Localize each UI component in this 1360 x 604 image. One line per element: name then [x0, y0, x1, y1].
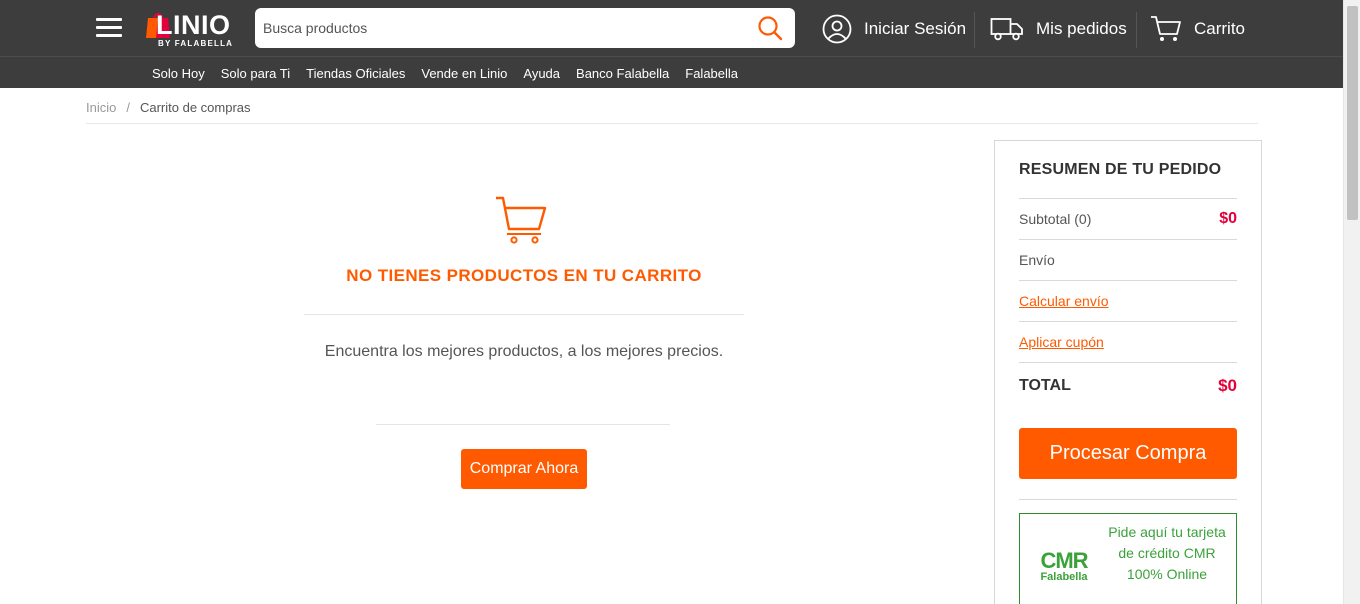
nav-item-tiendas-oficiales[interactable]: Tiendas Oficiales [306, 66, 405, 81]
buy-now-button[interactable]: Comprar Ahora [461, 449, 587, 489]
total-label: TOTAL [1019, 376, 1071, 394]
hamburger-menu-icon[interactable] [96, 18, 124, 40]
subtotal-value: $0 [1219, 210, 1237, 227]
summary-title: RESUMEN DE TU PEDIDO [1019, 161, 1222, 178]
search-icon[interactable] [757, 15, 783, 41]
empty-cart-title: NO TIENES PRODUCTOS EN TU CARRITO [346, 266, 702, 285]
page: LINIO BY FALABELLA Iniciar Sesión [0, 0, 1360, 604]
cmr-promo-text: Pide aquí tu tarjeta de crédito CMR 100%… [1108, 524, 1226, 582]
subtotal-label: Subtotal (0) [1019, 211, 1092, 227]
cmr-falabella-logo: CMR Falabella [1036, 550, 1092, 584]
divider [376, 424, 670, 425]
nav-item-solo-hoy[interactable]: Solo Hoy [152, 66, 205, 81]
cmr-logo-subtext: Falabella [1040, 571, 1088, 583]
cart-label: Carrito [1194, 19, 1246, 38]
truck-icon [990, 18, 1023, 41]
breadcrumb: Inicio / Carrito de compras [86, 100, 251, 115]
logo-text: LINIO [156, 10, 231, 40]
top-header: LINIO BY FALABELLA Iniciar Sesión [0, 0, 1343, 56]
header-divider [974, 12, 975, 48]
logo-subtext: BY FALABELLA [158, 39, 234, 48]
calc-shipping-link[interactable]: Calcular envío [1019, 293, 1109, 309]
user-icon [822, 14, 852, 44]
nav-item-banco-falabella[interactable]: Banco Falabella [576, 66, 669, 81]
empty-cart-icon [496, 196, 547, 244]
breadcrumb-separator: / [126, 100, 130, 115]
nav-item-solo-para-ti[interactable]: Solo para Ti [221, 66, 290, 81]
nav-item-falabella[interactable]: Falabella [685, 66, 738, 81]
order-summary: RESUMEN DE TU PEDIDO Subtotal (0) $0 Env… [994, 140, 1262, 604]
category-nav: Solo Hoy Solo para Ti Tiendas Oficiales … [0, 56, 1343, 88]
header-divider [1136, 12, 1137, 48]
page-scrollbar[interactable] [1343, 0, 1360, 604]
search-bar [255, 8, 795, 48]
login-link[interactable]: Iniciar Sesión [822, 10, 966, 48]
breadcrumb-home[interactable]: Inicio [86, 100, 116, 115]
apply-coupon-link[interactable]: Aplicar cupón [1019, 334, 1104, 350]
breadcrumb-current: Carrito de compras [139, 100, 251, 115]
subtotal-row: Subtotal (0) $0 [1019, 198, 1237, 239]
divider [1019, 499, 1237, 500]
cmr-card-promo[interactable]: CMR Falabella Pide aquí tu tarjeta de cr… [1019, 513, 1237, 604]
coupon-row: Aplicar cupón [1019, 321, 1237, 362]
shipping-label: Envío [1019, 252, 1055, 268]
shipping-row: Envío [1019, 239, 1237, 280]
total-value: $0 [1218, 375, 1237, 395]
orders-label: Mis pedidos [1036, 19, 1127, 38]
login-label: Iniciar Sesión [864, 19, 967, 38]
divider [304, 314, 744, 315]
total-row: TOTAL $0 [1019, 362, 1237, 408]
cmr-logo-text: CMR [1040, 548, 1088, 573]
nav-item-ayuda[interactable]: Ayuda [523, 66, 560, 81]
process-purchase-button[interactable]: Procesar Compra [1019, 428, 1237, 479]
linio-logo[interactable]: LINIO BY FALABELLA [146, 8, 242, 50]
cart-icon [1151, 16, 1181, 41]
cart-link[interactable]: Carrito [1150, 10, 1245, 48]
calc-shipping-row: Calcular envío [1019, 280, 1237, 321]
search-input[interactable] [263, 16, 743, 40]
breadcrumb-divider [86, 123, 1258, 124]
empty-cart-subtitle: Encuentra los mejores productos, a los m… [324, 343, 724, 360]
orders-link[interactable]: Mis pedidos [990, 10, 1127, 48]
scrollbar-thumb[interactable] [1347, 6, 1358, 220]
nav-item-vende-en-linio[interactable]: Vende en Linio [421, 66, 507, 81]
